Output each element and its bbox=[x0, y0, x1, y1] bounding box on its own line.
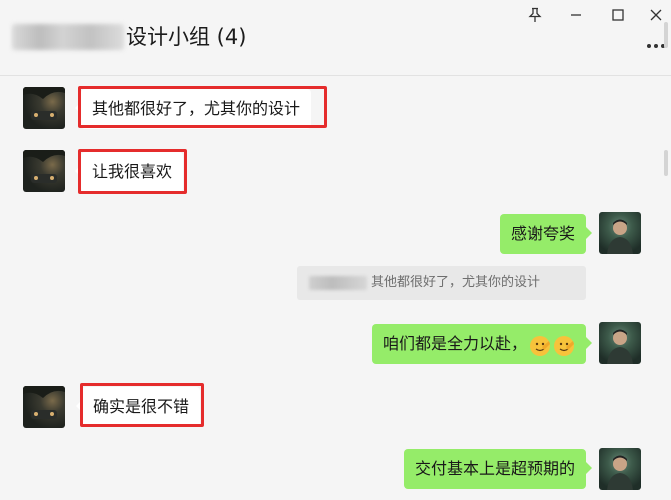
minimize-icon[interactable] bbox=[564, 6, 588, 24]
scrollbar-grip[interactable] bbox=[664, 150, 668, 176]
message-bubble[interactable]: 其他都很好了，尤其你的设计 bbox=[74, 89, 312, 129]
quoted-text: 其他都很好了，尤其你的设计 bbox=[371, 275, 541, 290]
message-bubble[interactable]: 确实是很不错 bbox=[75, 387, 201, 427]
salute-face-emoji bbox=[553, 332, 575, 356]
chat-header: 设计小组 (4) bbox=[0, 0, 671, 76]
maximize-icon[interactable] bbox=[606, 6, 630, 24]
self-avatar[interactable] bbox=[599, 322, 641, 364]
avatar[interactable] bbox=[23, 87, 65, 129]
redacted-group-name bbox=[12, 24, 124, 50]
message-bubble[interactable]: 让我很喜欢 bbox=[74, 152, 184, 192]
quoted-message[interactable]: 其他都很好了，尤其你的设计 bbox=[297, 266, 586, 300]
scrollbar-grip-top[interactable] bbox=[664, 22, 668, 48]
message-bubble[interactable]: 交付基本上是超预期的 bbox=[403, 449, 593, 489]
message-bubble[interactable]: 咱们都是全力以赴， bbox=[371, 324, 593, 364]
pin-icon[interactable] bbox=[523, 6, 547, 24]
salute-face-emoji bbox=[529, 332, 551, 356]
message-bubble[interactable]: 感谢夸奖 bbox=[499, 214, 593, 254]
chat-title: 设计小组 (4) bbox=[126, 25, 247, 49]
message-text: 咱们都是全力以赴， bbox=[382, 334, 527, 353]
self-avatar[interactable] bbox=[599, 212, 641, 254]
self-avatar[interactable] bbox=[599, 448, 641, 490]
avatar[interactable] bbox=[23, 150, 65, 192]
avatar[interactable] bbox=[23, 386, 65, 428]
redacted-sender-name bbox=[309, 275, 367, 290]
